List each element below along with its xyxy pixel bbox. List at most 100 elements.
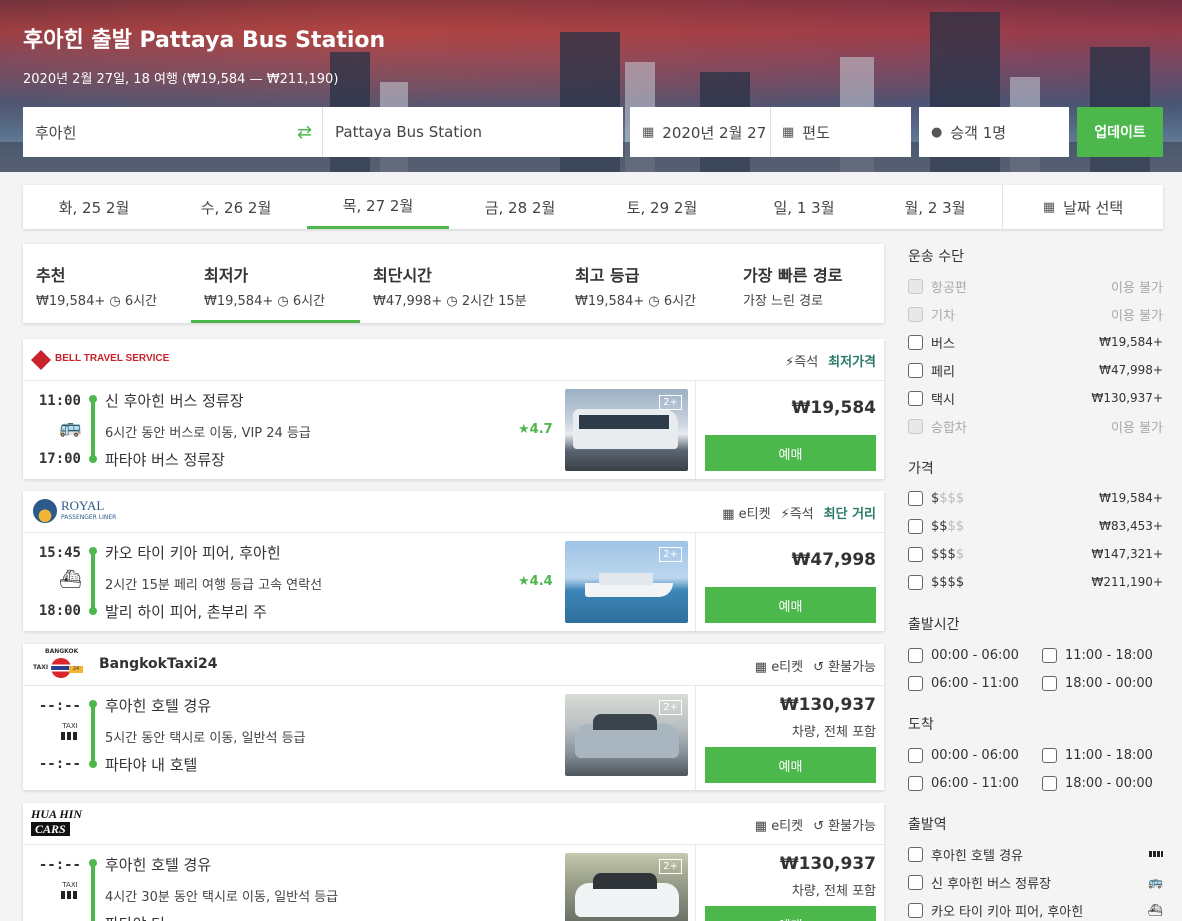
checkbox[interactable] <box>908 775 923 791</box>
filter-transport-ferry[interactable]: 페리 ₩47,998+ <box>908 360 1163 380</box>
checkbox[interactable] <box>1042 775 1057 791</box>
checkbox[interactable] <box>908 518 923 534</box>
book-button[interactable]: 예매 <box>705 587 876 623</box>
filter-label: 신 후아힌 버스 정류장 <box>931 876 1052 892</box>
tag-label: 즉석 <box>789 507 814 522</box>
filter-transport-train[interactable]: 기차 이용 불가 <box>908 304 1163 324</box>
trip-desc: 5시간 동안 택시로 이동, 일반석 등급 <box>105 731 306 746</box>
update-button[interactable]: 업데이트 <box>1077 107 1163 157</box>
operator-name: BELL TRAVEL SERVICE <box>55 353 170 364</box>
filter-transport-taxi[interactable]: 택시 ₩130,937+ <box>908 388 1163 408</box>
filter-arrive-time[interactable]: 11:00 - 18:00 <box>1042 745 1153 765</box>
sort-tab-cheapest[interactable]: 최저가 ₩19,584+ ◷ 6시간 <box>191 244 360 323</box>
from-stop: 카오 타이 키아 피어, 후아힌 <box>105 544 281 562</box>
sort-sub: ₩19,584+ ◷ 6시간 <box>204 294 326 309</box>
filter-transport-bus[interactable]: 버스 ₩19,584+ <box>908 332 1163 352</box>
vehicle-photo[interactable]: 2+ <box>565 541 688 623</box>
date-tab[interactable]: 일, 1 3월 <box>733 185 875 229</box>
checkbox[interactable] <box>908 846 923 862</box>
from-input[interactable]: 후아힌 <box>35 107 295 157</box>
result-card[interactable]: BANGKOK TAXI 24 BangkokTaxi24 ▦ e티켓 ↺ 환불… <box>23 644 884 790</box>
sort-tab-quickest-route[interactable]: 가장 빠른 경로 가장 느린 경로 <box>730 244 884 323</box>
date-tab[interactable]: 화, 25 2월 <box>23 185 165 229</box>
filter-transport-flight[interactable]: 항공편 이용 불가 <box>908 276 1163 296</box>
result-card[interactable]: HUA HIN CARS ▦ e티켓 ↺ 환불가능 --:-- TAXI 후아힌… <box>23 803 884 921</box>
filter-station[interactable]: 카오 타이 키아 피어, 후아힌 ⛴ <box>908 900 1163 920</box>
bus-icon: 🚌 <box>1148 875 1163 889</box>
filter-arrive-time[interactable]: 00:00 - 06:00 <box>908 745 1019 765</box>
date-tab[interactable]: 월, 2 3월 <box>875 185 995 229</box>
checkbox[interactable] <box>908 747 923 763</box>
checkbox[interactable] <box>908 490 923 506</box>
date-input[interactable]: ▦ 2020년 2월 27 <box>642 107 768 157</box>
filter-depart-time[interactable]: 06:00 - 11:00 <box>908 673 1019 693</box>
passenger-box: ● 승객 1명 <box>919 107 1069 157</box>
filter-label: 18:00 - 00:00 <box>1065 675 1153 691</box>
filter-price-3[interactable]: $$$$ ₩147,321+ <box>908 544 1163 564</box>
swap-icon[interactable]: ⇄ <box>297 107 321 157</box>
vehicle-photo[interactable]: 2+ <box>565 694 688 776</box>
price-note: 차량, 전체 포함 <box>791 725 876 740</box>
price-tier-off: $$$ <box>939 490 965 506</box>
filter-label: 항공편 <box>931 280 967 296</box>
filter-price-2[interactable]: $$$$ ₩83,453+ <box>908 516 1163 536</box>
trip-type-select[interactable]: ▦ 편도 <box>782 107 902 157</box>
car-window <box>593 714 657 730</box>
date-tab[interactable]: 금, 28 2월 <box>449 185 591 229</box>
passenger-select[interactable]: ● 승객 1명 <box>931 107 1067 157</box>
filter-price-4[interactable]: $$$$ ₩211,190+ <box>908 572 1163 592</box>
filter-station[interactable]: 신 후아힌 버스 정류장 🚌 <box>908 872 1163 892</box>
filter-arrive-time[interactable]: 06:00 - 11:00 <box>908 773 1019 793</box>
page-title: 후아힌 출발 Pattaya Bus Station <box>23 28 386 53</box>
checkbox[interactable] <box>908 546 923 562</box>
checkbox[interactable] <box>908 675 923 691</box>
checkbox[interactable] <box>1042 675 1057 691</box>
sort-tab-recommended[interactable]: 추천 ₩19,584+ ◷ 6시간 <box>23 244 191 323</box>
taxi-icon: TAXI <box>59 722 81 740</box>
checkbox[interactable] <box>908 902 923 918</box>
checkbox[interactable] <box>908 390 923 406</box>
filter-transport-van[interactable]: 승합차 이용 불가 <box>908 416 1163 436</box>
filter-depart-time[interactable]: 18:00 - 00:00 <box>1042 673 1153 693</box>
to-input[interactable]: Pattaya Bus Station <box>335 107 615 157</box>
bus-window <box>579 415 669 429</box>
star-icon: ★ <box>518 422 530 437</box>
price: ₩130,937 <box>779 854 876 874</box>
checkbox[interactable] <box>908 647 923 663</box>
date-pick-button[interactable]: ▦ 날짜 선택 <box>1002 185 1163 229</box>
book-button[interactable]: 예매 <box>705 435 876 471</box>
filter-value: ₩19,584+ <box>1099 491 1163 505</box>
result-card[interactable]: BELL TRAVEL SERVICE ⚡즉석 최저가격 11:00 🚌 17:… <box>23 339 884 479</box>
vehicle-photo[interactable]: 2+ <box>565 389 688 471</box>
eticket-tag: ▦ e티켓 <box>755 656 803 675</box>
checkbox[interactable] <box>1042 647 1057 663</box>
date-tab[interactable]: 토, 29 2월 <box>591 185 733 229</box>
result-card[interactable]: ROYAL PASSENGER LINER ▦ e티켓 ⚡즉석 최단 거리 15… <box>23 491 884 631</box>
filter-station[interactable]: 후아힌 호텔 경유 <box>908 844 1163 864</box>
checkbox[interactable] <box>908 362 923 378</box>
logo-text: 24 <box>69 666 83 673</box>
checkbox[interactable] <box>908 418 923 434</box>
checkbox[interactable] <box>908 278 923 294</box>
checkbox[interactable] <box>908 334 923 350</box>
filter-depart-time[interactable]: 00:00 - 06:00 <box>908 645 1019 665</box>
star-icon: ★ <box>518 574 530 589</box>
filter-heading-price: 가격 <box>908 461 934 477</box>
filter-depart-time[interactable]: 11:00 - 18:00 <box>1042 645 1153 665</box>
rating: ★4.4 <box>518 574 553 589</box>
book-button[interactable]: 예매 <box>705 906 876 921</box>
date-tab-active[interactable]: 목, 27 2월 <box>307 185 449 229</box>
checkbox[interactable] <box>908 574 923 590</box>
to-stop: 파타야 더 ... <box>105 913 184 921</box>
checkbox[interactable] <box>908 874 923 890</box>
book-button[interactable]: 예매 <box>705 747 876 783</box>
filter-arrive-time[interactable]: 18:00 - 00:00 <box>1042 773 1153 793</box>
sort-tab-best-rated[interactable]: 최고 등급 ₩19,584+ ◷ 6시간 <box>562 244 730 323</box>
sort-tab-fastest[interactable]: 최단시간 ₩47,998+ ◷ 2시간 15분 <box>360 244 562 323</box>
filter-label: $$$$ <box>931 547 1091 562</box>
checkbox[interactable] <box>908 306 923 322</box>
checkbox[interactable] <box>1042 747 1057 763</box>
filter-price-1[interactable]: $$$$ ₩19,584+ <box>908 488 1163 508</box>
vehicle-photo[interactable]: 2+ <box>565 853 688 921</box>
date-tab[interactable]: 수, 26 2월 <box>165 185 307 229</box>
